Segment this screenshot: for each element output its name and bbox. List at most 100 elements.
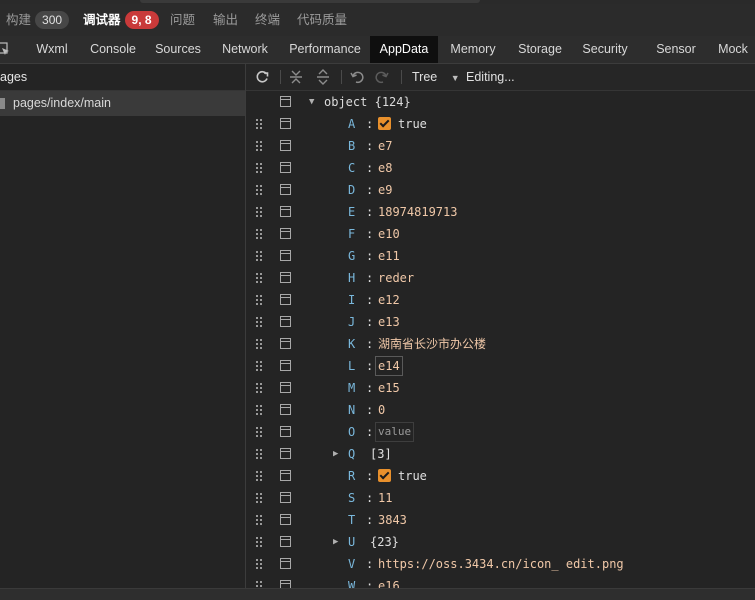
tree-row[interactable]: J: e13 xyxy=(246,311,755,333)
tree-row[interactable]: N:0 xyxy=(246,399,755,421)
tree-row[interactable]: O: value xyxy=(246,421,755,443)
refresh-icon[interactable] xyxy=(255,64,269,90)
drag-handle-icon[interactable] xyxy=(256,317,264,328)
drag-handle-icon[interactable] xyxy=(256,515,264,526)
key-separator: : xyxy=(366,579,374,588)
tab-network[interactable]: Network xyxy=(214,36,276,63)
tree-row[interactable]: ▶ Q [3] xyxy=(246,443,755,465)
tree-row[interactable]: ▶ U {23} xyxy=(246,531,755,553)
redo-icon[interactable] xyxy=(375,64,389,90)
tree-key: W xyxy=(348,579,356,588)
key-separator: : xyxy=(366,227,374,241)
key-separator: : xyxy=(366,293,374,307)
checkbox-checked[interactable] xyxy=(378,117,391,130)
tree-row[interactable]: E:18974819713 xyxy=(246,201,755,223)
tree-row[interactable]: G: e11 xyxy=(246,245,755,267)
key-separator: : xyxy=(366,513,374,527)
drag-handle-icon[interactable] xyxy=(256,163,264,174)
drag-handle-icon[interactable] xyxy=(256,185,264,196)
drag-handle-icon[interactable] xyxy=(256,383,264,394)
tree-root-row[interactable]: ▼ object {124} xyxy=(246,91,755,113)
tree-key: G xyxy=(348,249,356,263)
tab-performance[interactable]: Performance xyxy=(284,36,366,63)
tab-console[interactable]: Console xyxy=(84,36,142,63)
tree-key: Q xyxy=(348,447,356,461)
tree-row[interactable]: H: reder xyxy=(246,267,755,289)
drag-handle-icon[interactable] xyxy=(256,361,264,372)
key-separator: : xyxy=(366,557,374,571)
tab-terminal[interactable]: 终端 xyxy=(255,4,280,36)
page-item-label: pages/index/main xyxy=(13,96,111,110)
expand-arrow-icon[interactable]: ▶ xyxy=(333,443,338,465)
key-separator: : xyxy=(366,205,374,219)
expand-arrow-icon[interactable]: ▶ xyxy=(333,531,338,553)
drag-handle-icon[interactable] xyxy=(256,229,264,240)
drag-handle-icon[interactable] xyxy=(256,119,264,130)
drag-handle-icon[interactable] xyxy=(256,537,264,548)
drag-handle-icon[interactable] xyxy=(256,427,264,438)
horizontal-scrollbar[interactable] xyxy=(0,588,755,600)
drag-handle-icon[interactable] xyxy=(256,471,264,482)
tab-storage[interactable]: Storage xyxy=(512,36,568,63)
tab-mock[interactable]: Mock xyxy=(711,36,755,63)
collapse-all-icon[interactable] xyxy=(289,64,303,90)
tab-terminal-label: 终端 xyxy=(255,13,281,27)
drag-handle-icon[interactable] xyxy=(256,295,264,306)
tree-key: E xyxy=(348,205,356,219)
drag-handle-icon[interactable] xyxy=(256,339,264,350)
tree-row[interactable]: C: e8 xyxy=(246,157,755,179)
view-mode-select[interactable]: Tree ▼ xyxy=(412,64,460,90)
tab-output[interactable]: 输出 xyxy=(213,4,238,36)
tab-code-quality[interactable]: 代码质量 xyxy=(297,4,347,36)
tree-row[interactable]: W: e16 xyxy=(246,575,755,588)
tab-debugger[interactable]: 调试器 9, 8 xyxy=(83,4,159,36)
tab-sources[interactable]: Sources xyxy=(150,36,206,63)
key-separator: : xyxy=(366,403,374,417)
expand-arrow-icon[interactable]: ▼ xyxy=(309,91,314,113)
drag-handle-icon[interactable] xyxy=(256,559,264,570)
tab-sensor[interactable]: Sensor xyxy=(650,36,702,63)
tree-value: 湖南省长沙市办公楼 xyxy=(378,337,487,351)
tab-issues[interactable]: 问题 xyxy=(170,4,195,36)
tab-build[interactable]: 构建 300 xyxy=(6,4,70,36)
page-item[interactable]: pages/index/main xyxy=(0,91,245,116)
tab-wxml[interactable]: Wxml xyxy=(28,36,76,63)
tree-row[interactable]: A: true xyxy=(246,113,755,135)
key-separator: : xyxy=(366,359,374,373)
tree-row[interactable]: V: https://oss.3434.cn/icon_ edit.png xyxy=(246,553,755,575)
drag-handle-icon[interactable] xyxy=(256,273,264,284)
key-separator: : xyxy=(366,161,374,175)
tree-row[interactable]: M: e15 xyxy=(246,377,755,399)
drag-handle-icon[interactable] xyxy=(256,405,264,416)
tab-security[interactable]: Security xyxy=(578,36,632,63)
tree-row[interactable]: F: e10 xyxy=(246,223,755,245)
tree-row[interactable]: R: true xyxy=(246,465,755,487)
tree-row[interactable]: I: e12 xyxy=(246,289,755,311)
checkbox-checked[interactable] xyxy=(378,469,391,482)
tree-row[interactable]: D: e9 xyxy=(246,179,755,201)
value-input[interactable]: e14 xyxy=(375,356,403,376)
node-type-icon xyxy=(280,536,291,547)
devtools-panel-tabs: Wxml Console Sources Network Performance… xyxy=(0,36,755,64)
drag-handle-icon[interactable] xyxy=(256,207,264,218)
tree-row[interactable]: B: e7 xyxy=(246,135,755,157)
bottom-panel-tabs: 构建 300 调试器 9, 8 问题 输出 终端 代码质量 xyxy=(0,4,755,36)
expand-all-icon[interactable] xyxy=(316,64,330,90)
pages-sidebar: ages pages/index/main xyxy=(0,64,246,588)
node-type-icon xyxy=(280,294,291,305)
tree-row[interactable]: L: e14 xyxy=(246,355,755,377)
drag-handle-icon[interactable] xyxy=(256,449,264,460)
tree-row[interactable]: K: 湖南省长沙市办公楼 xyxy=(246,333,755,355)
element-picker-icon[interactable] xyxy=(0,42,10,56)
tree-row[interactable]: T:3843 xyxy=(246,509,755,531)
drag-handle-icon[interactable] xyxy=(256,141,264,152)
drag-handle-icon[interactable] xyxy=(256,251,264,262)
tab-memory[interactable]: Memory xyxy=(444,36,502,63)
value-input[interactable]: value xyxy=(375,422,415,442)
drag-handle-icon[interactable] xyxy=(256,581,264,588)
tab-appdata[interactable]: AppData xyxy=(370,36,438,63)
tree-row[interactable]: S:11 xyxy=(246,487,755,509)
undo-icon[interactable] xyxy=(350,64,364,90)
tree-key: F xyxy=(348,227,356,241)
drag-handle-icon[interactable] xyxy=(256,493,264,504)
